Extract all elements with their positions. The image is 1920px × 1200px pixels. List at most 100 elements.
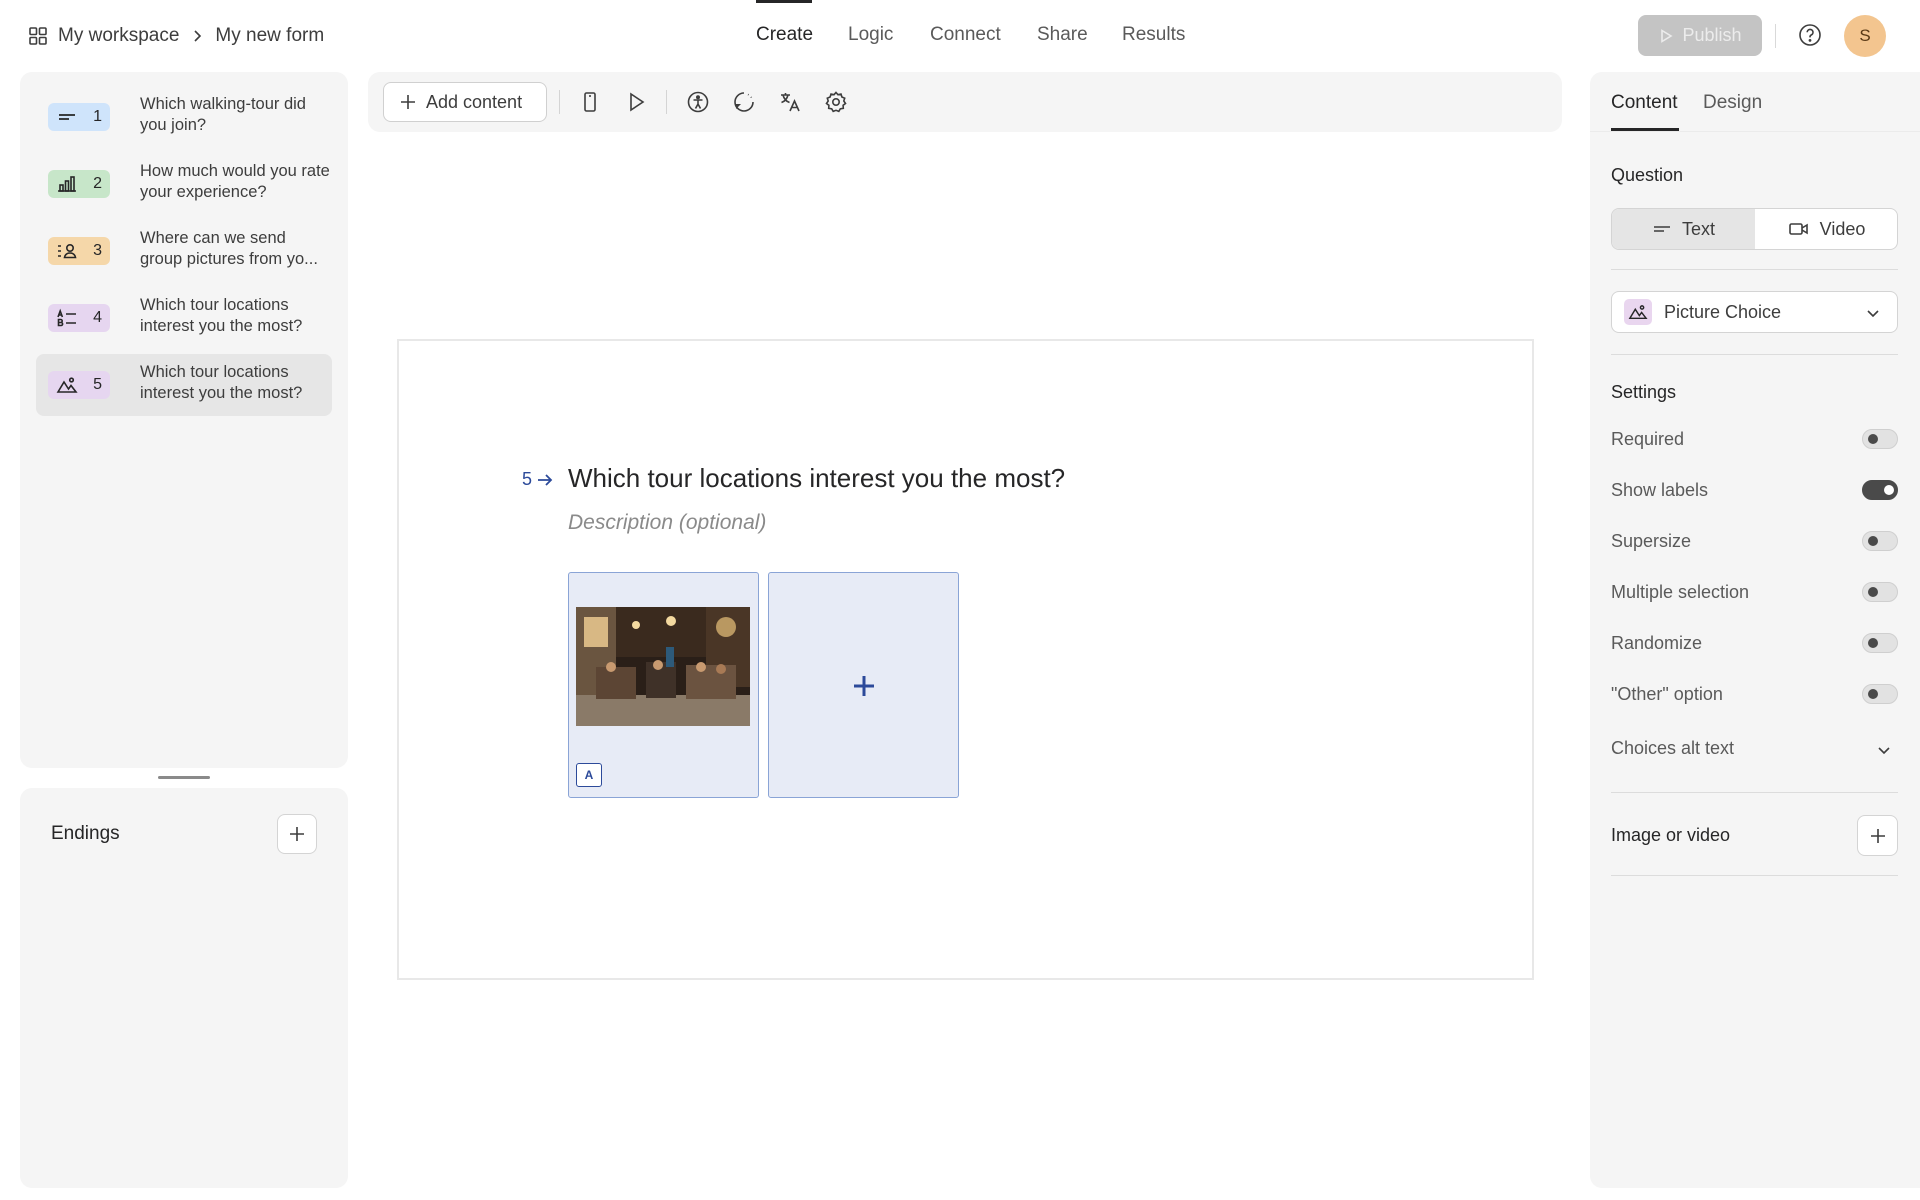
chevron-down-icon <box>1878 747 1890 755</box>
plus-icon <box>854 676 874 696</box>
play-outline-icon <box>1661 28 1674 43</box>
tab-share[interactable]: Share <box>1037 24 1088 46</box>
street-market-photo <box>576 607 750 726</box>
mobile-preview-icon[interactable] <box>578 90 602 114</box>
setting-label: Required <box>1611 429 1685 449</box>
choice-key-label: A <box>576 763 602 787</box>
question-list-item[interactable]: 1 Which walking-tour did you join? <box>36 86 332 148</box>
question-number-indicator: 5 <box>522 469 554 490</box>
add-choice-button[interactable] <box>768 572 959 798</box>
question-list-item[interactable]: 3 Where can we send group pictures from … <box>36 220 332 282</box>
question-list-item[interactable]: 2 How much would you rate your experienc… <box>36 153 332 215</box>
canvas-question-number: 5 <box>522 469 533 489</box>
chevron-down-icon <box>1867 310 1879 318</box>
translate-icon[interactable] <box>778 90 802 114</box>
add-content-label: Add content <box>426 91 523 112</box>
question-number: 5 <box>93 376 102 393</box>
show-labels-toggle[interactable] <box>1862 480 1898 500</box>
setting-required: Required <box>1611 424 1898 454</box>
plus-icon <box>1870 828 1885 843</box>
choices-alt-text-expander[interactable]: Choices alt text <box>1611 733 1898 763</box>
tab-logic[interactable]: Logic <box>848 24 893 46</box>
setting-label: Multiple selection <box>1611 582 1750 602</box>
question-type-badge: 5 <box>48 371 110 399</box>
picture-choice-card[interactable]: A <box>568 572 759 798</box>
mode-video-label: Video <box>1819 218 1866 239</box>
endings-title: Endings <box>51 823 120 844</box>
question-title-input[interactable]: Which tour locations interest you the mo… <box>568 463 1065 494</box>
supersize-toggle[interactable] <box>1862 531 1898 551</box>
video-camera-icon <box>1788 223 1808 235</box>
question-title: Which tour locations interest you the mo… <box>140 296 303 335</box>
multiple-selection-toggle[interactable] <box>1862 582 1898 602</box>
section-divider <box>1611 354 1898 355</box>
setting-label: Show labels <box>1611 480 1709 500</box>
add-media-button[interactable] <box>1857 815 1898 856</box>
short-text-icon <box>59 114 75 120</box>
add-content-button[interactable]: Add content <box>383 82 547 122</box>
toolbar-divider <box>666 90 667 114</box>
question-description-input[interactable]: Description (optional) <box>568 511 766 535</box>
panel-resize-handle[interactable] <box>158 776 210 779</box>
question-number: 1 <box>93 108 102 125</box>
workspace-grid-icon[interactable] <box>28 26 48 46</box>
question-type-value: Picture Choice <box>1664 301 1782 322</box>
tab-create[interactable]: Create <box>756 24 813 46</box>
tab-design[interactable]: Design <box>1703 92 1762 114</box>
settings-section-label: Settings <box>1611 382 1677 402</box>
play-preview-icon[interactable] <box>624 90 648 114</box>
randomize-toggle[interactable] <box>1862 633 1898 653</box>
question-type-badge: 2 <box>48 170 110 198</box>
setting-multiple-selection: Multiple selection <box>1611 577 1898 607</box>
setting-label: "Other" option <box>1611 684 1723 704</box>
question-section-label: Question <box>1611 165 1684 185</box>
arrow-right-icon <box>538 473 553 486</box>
mode-video-button[interactable]: Video <box>1755 209 1897 249</box>
help-icon[interactable] <box>1797 22 1823 48</box>
plus-icon <box>401 95 415 109</box>
publish-label: Publish <box>1682 25 1742 45</box>
question-title: How much would you rate your experience? <box>140 162 330 201</box>
setting-supersize: Supersize <box>1611 526 1898 556</box>
breadcrumb-form[interactable]: My new form <box>215 25 324 47</box>
header-divider <box>1775 24 1776 48</box>
setting-label: Choices alt text <box>1611 738 1735 758</box>
required-toggle[interactable] <box>1862 429 1898 449</box>
question-title: Where can we send group pictures from yo… <box>140 229 318 268</box>
question-title: Which walking-tour did you join? <box>140 95 306 134</box>
add-ending-button[interactable] <box>277 814 317 854</box>
question-list-item-selected[interactable]: 5 Which tour locations interest you the … <box>36 354 332 416</box>
setting-show-labels: Show labels <box>1611 475 1898 505</box>
properties-panel: Content Design Question Text Video Pictu… <box>1590 72 1920 1188</box>
question-type-select[interactable]: Picture Choice <box>1611 291 1898 333</box>
active-tab-indicator <box>756 0 812 3</box>
mode-text-button[interactable]: Text <box>1612 209 1755 249</box>
toolbar-divider <box>559 90 560 114</box>
tab-content[interactable]: Content <box>1611 92 1678 114</box>
image-or-video-label: Image or video <box>1611 825 1731 845</box>
section-divider <box>1611 875 1898 876</box>
picture-choice-icon <box>56 377 78 393</box>
contact-info-icon <box>58 243 77 259</box>
other-option-toggle[interactable] <box>1862 684 1898 704</box>
plus-icon <box>290 827 304 841</box>
question-list-panel: 1 Which walking-tour did you join? 2 How… <box>20 72 348 768</box>
rating-bars-icon <box>58 176 76 192</box>
breadcrumb-workspace[interactable]: My workspace <box>58 25 179 47</box>
tab-connect[interactable]: Connect <box>930 24 1001 46</box>
loading-spinner-icon[interactable] <box>732 90 756 114</box>
question-list-item[interactable]: 4 Which tour locations interest you the … <box>36 287 332 349</box>
settings-gear-icon[interactable] <box>824 90 848 114</box>
editor-toolbar: Add content <box>368 72 1562 132</box>
user-avatar[interactable]: S <box>1844 15 1886 57</box>
tabs-divider <box>1590 131 1920 132</box>
section-divider <box>1611 269 1898 270</box>
accessibility-icon[interactable] <box>686 90 710 114</box>
question-number: 2 <box>93 175 102 192</box>
question-mode-switch: Text Video <box>1611 208 1898 250</box>
publish-button[interactable]: Publish <box>1638 15 1762 56</box>
choice-image[interactable] <box>576 607 750 726</box>
tab-results[interactable]: Results <box>1122 24 1185 46</box>
question-title: Which tour locations interest you the mo… <box>140 363 303 402</box>
endings-panel: Endings <box>20 788 348 1188</box>
